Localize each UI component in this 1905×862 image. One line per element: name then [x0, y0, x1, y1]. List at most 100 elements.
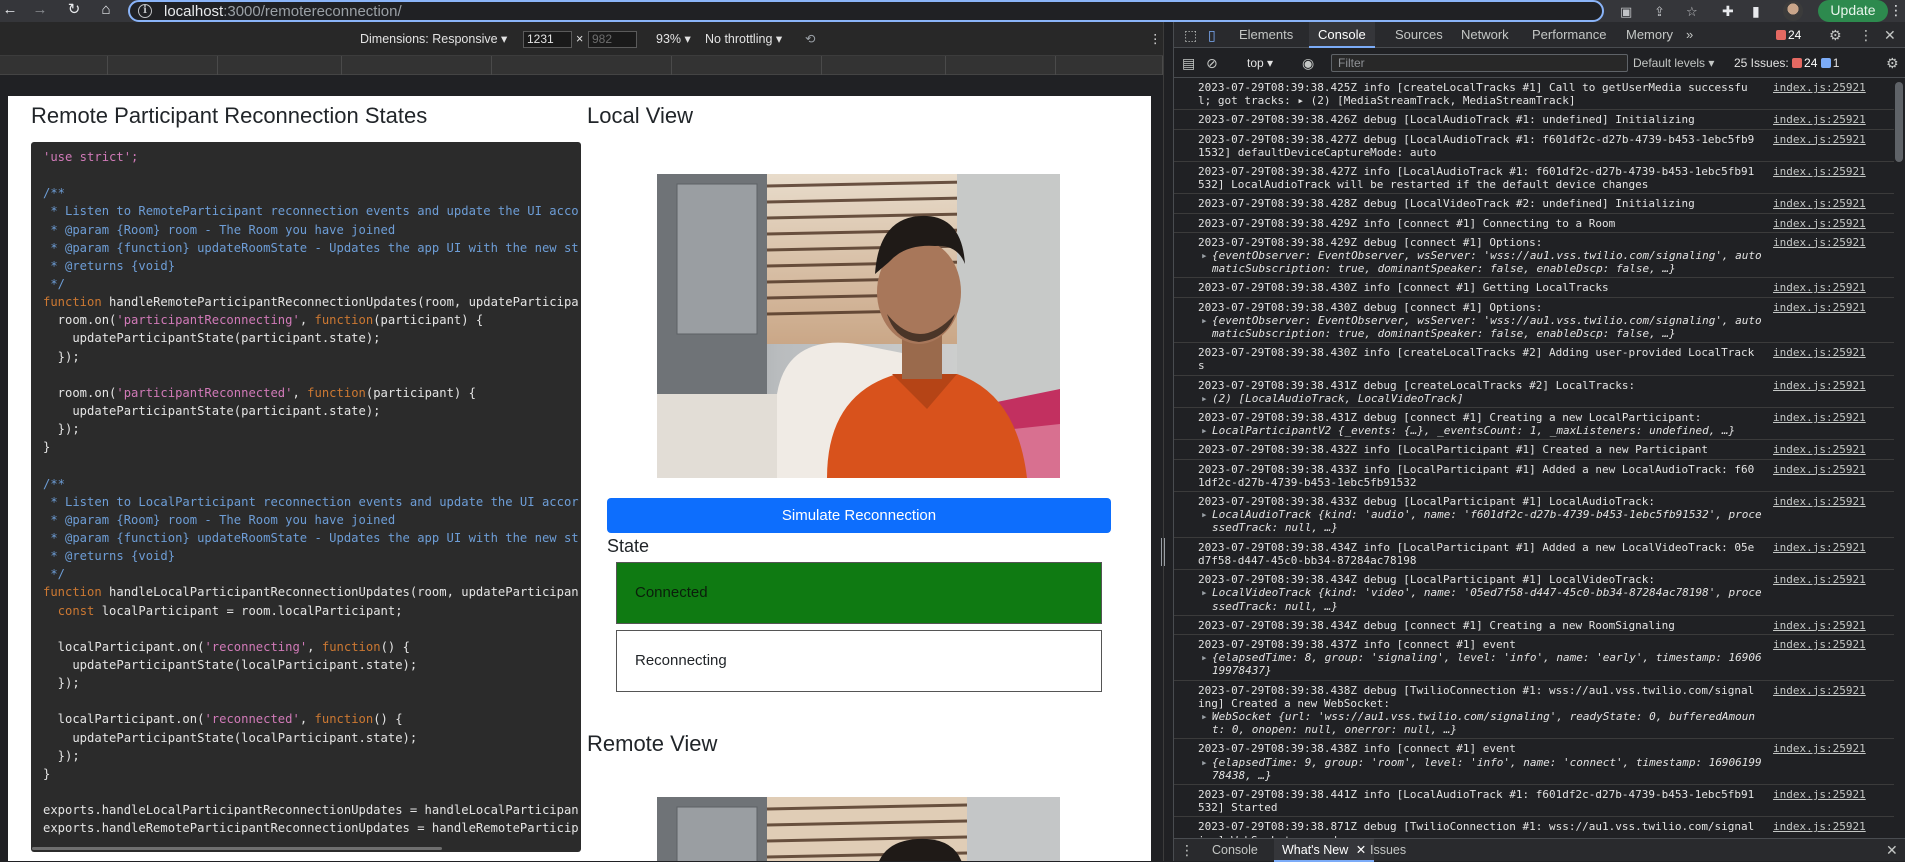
drawer-tab-whats-new[interactable]: What's New ✕	[1274, 839, 1375, 862]
console-source-link[interactable]: index.js:25921	[1773, 81, 1866, 94]
console-object-preview[interactable]: (2) [LocalAudioTrack, LocalVideoTrack]	[1198, 392, 1766, 405]
dimensions-select[interactable]: Dimensions: Responsive ▾	[360, 31, 507, 47]
media-query-segment[interactable]	[672, 56, 822, 75]
console-source-link[interactable]: index.js:25921	[1773, 301, 1866, 314]
console-source-link[interactable]: index.js:25921	[1773, 133, 1866, 146]
more-tabs-icon[interactable]: »	[1686, 22, 1693, 48]
code-horizontal-scrollbar[interactable]	[32, 847, 442, 850]
home-icon[interactable]: ⌂	[96, 0, 116, 22]
reload-icon[interactable]: ↻	[64, 0, 84, 22]
simulate-reconnection-button[interactable]: Simulate Reconnection	[607, 498, 1111, 533]
console-object-preview[interactable]: LocalParticipantV2 {_events: {…}, _event…	[1198, 424, 1766, 437]
device-toolbar-toggle-icon[interactable]: ▯	[1208, 26, 1216, 44]
console-source-link[interactable]: index.js:25921	[1773, 197, 1866, 210]
console-source-link[interactable]: index.js:25921	[1773, 541, 1866, 554]
rotate-icon[interactable]: ⟲	[805, 31, 815, 47]
console-source-link[interactable]: index.js:25921	[1773, 638, 1866, 651]
forward-icon[interactable]: →	[30, 0, 50, 22]
console-source-link[interactable]: index.js:25921	[1773, 236, 1866, 249]
site-info-icon[interactable]: i	[138, 4, 152, 18]
console-message-text: 2023-07-29T08:39:38.430Z debug [connect …	[1198, 300, 1543, 314]
tab-elements[interactable]: Elements	[1239, 22, 1293, 48]
media-query-segment[interactable]	[342, 56, 492, 75]
media-query-segment[interactable]	[822, 56, 946, 75]
tab-network[interactable]: Network	[1461, 22, 1509, 48]
console-object-preview[interactable]: {elapsedTime: 9, group: 'room', level: '…	[1198, 756, 1766, 782]
console-source-link[interactable]: index.js:25921	[1773, 495, 1866, 508]
console-source-link[interactable]: index.js:25921	[1773, 281, 1866, 294]
profile-avatar[interactable]	[1783, 1, 1803, 21]
console-source-link[interactable]: index.js:25921	[1773, 346, 1866, 359]
console-source-link[interactable]: index.js:25921	[1773, 573, 1866, 586]
tab-memory[interactable]: Memory	[1626, 22, 1673, 48]
code-line: * @param {Room} room - The Room you have…	[43, 512, 396, 527]
drawer-tab-console[interactable]: Console	[1212, 839, 1258, 862]
clear-console-icon[interactable]: ⊘	[1206, 54, 1218, 72]
console-source-link[interactable]: index.js:25921	[1773, 443, 1866, 456]
splitter-grip-icon[interactable]	[1161, 538, 1165, 566]
console-source-link[interactable]: index.js:25921	[1773, 463, 1866, 476]
console-scrollbar[interactable]	[1895, 82, 1903, 162]
camera-icon[interactable]: ▣	[1620, 4, 1632, 20]
media-query-segment[interactable]	[108, 56, 218, 75]
back-icon[interactable]: ←	[0, 0, 20, 22]
console-source-link[interactable]: index.js:25921	[1773, 619, 1866, 632]
zoom-select[interactable]: 93% ▾	[656, 31, 691, 47]
browser-menu-icon[interactable]: ⋮	[1889, 2, 1903, 19]
url-text[interactable]: localhost:3000/remotereconnection/	[164, 3, 402, 21]
devtools-menu-icon[interactable]: ⋮	[1859, 26, 1873, 44]
code-line: /**	[43, 186, 66, 201]
console-object-preview[interactable]: LocalAudioTrack {kind: 'audio', name: 'f…	[1198, 508, 1766, 534]
media-query-segment[interactable]	[0, 56, 108, 75]
code-line: updateParticipantState(participant.state…	[43, 331, 381, 346]
console-object-preview[interactable]: {elapsedTime: 8, group: 'signaling', lev…	[1198, 651, 1766, 677]
throttling-select[interactable]: No throttling ▾	[705, 31, 782, 47]
bookmark-star-icon[interactable]: ☆	[1686, 4, 1698, 20]
console-source-link[interactable]: index.js:25921	[1773, 411, 1866, 424]
media-query-segment[interactable]	[492, 56, 672, 75]
console-source-link[interactable]: index.js:25921	[1773, 742, 1866, 755]
console-sidebar-icon[interactable]: ▤	[1182, 54, 1195, 72]
console-source-link[interactable]: index.js:25921	[1773, 379, 1866, 392]
close-drawer-icon[interactable]: ✕	[1886, 841, 1898, 859]
settings-gear-icon[interactable]: ⚙	[1829, 26, 1842, 44]
extensions-icon[interactable]: ✚	[1722, 2, 1734, 20]
devtools-splitter[interactable]	[1163, 22, 1173, 861]
console-object-preview[interactable]: WebSocket {url: 'wss://au1.vss.twilio.co…	[1198, 710, 1766, 736]
console-settings-gear-icon[interactable]: ⚙	[1886, 54, 1899, 72]
height-input[interactable]: 982	[588, 31, 637, 48]
drawer-menu-icon[interactable]: ⋮	[1180, 841, 1194, 859]
address-bar[interactable]: i localhost:3000/remotereconnection/ ▣ ⇪…	[128, 0, 1698, 22]
width-input[interactable]: 1231	[523, 31, 572, 48]
close-tab-icon[interactable]: ✕	[1356, 843, 1366, 857]
error-count-badge[interactable]: 24	[1776, 28, 1801, 43]
inspect-element-icon[interactable]: ⬚	[1184, 26, 1197, 44]
console-source-link[interactable]: index.js:25921	[1773, 217, 1866, 230]
console-object-preview[interactable]: {eventObserver: EventObserver, wsServer:…	[1198, 314, 1766, 340]
tab-console[interactable]: Console	[1309, 22, 1375, 48]
media-query-segment[interactable]	[218, 56, 342, 75]
side-panel-icon[interactable]: ▮	[1752, 2, 1760, 20]
media-query-segment[interactable]	[946, 56, 1056, 75]
console-object-preview[interactable]: LocalVideoTrack {kind: 'video', name: '0…	[1198, 586, 1766, 612]
console-source-link[interactable]: index.js:25921	[1773, 684, 1866, 697]
issues-counter[interactable]: 25 Issues: 24 1	[1734, 53, 1839, 73]
tab-performance[interactable]: Performance	[1532, 22, 1606, 48]
update-button[interactable]: Update	[1818, 0, 1888, 22]
drawer-tab-issues[interactable]: Issues	[1370, 839, 1406, 862]
close-devtools-icon[interactable]: ✕	[1884, 26, 1896, 44]
share-icon[interactable]: ⇪	[1654, 4, 1665, 20]
log-levels-select[interactable]: Default levels ▾	[1633, 53, 1714, 73]
console-source-link[interactable]: index.js:25921	[1773, 788, 1866, 801]
console-filter-input[interactable]: Filter	[1331, 54, 1628, 72]
console-source-link[interactable]: index.js:25921	[1773, 165, 1866, 178]
media-query-segment[interactable]	[1056, 56, 1163, 75]
console-object-preview[interactable]: {eventObserver: EventObserver, wsServer:…	[1198, 249, 1766, 275]
context-select[interactable]: top ▾	[1247, 53, 1273, 73]
device-toolbar-menu-icon[interactable]: ⋮	[1149, 31, 1162, 47]
tab-sources[interactable]: Sources	[1395, 22, 1443, 48]
console-source-link[interactable]: index.js:25921	[1773, 113, 1866, 126]
console-source-link[interactable]: index.js:25921	[1773, 820, 1866, 833]
live-expression-eye-icon[interactable]: ◉	[1302, 54, 1314, 72]
